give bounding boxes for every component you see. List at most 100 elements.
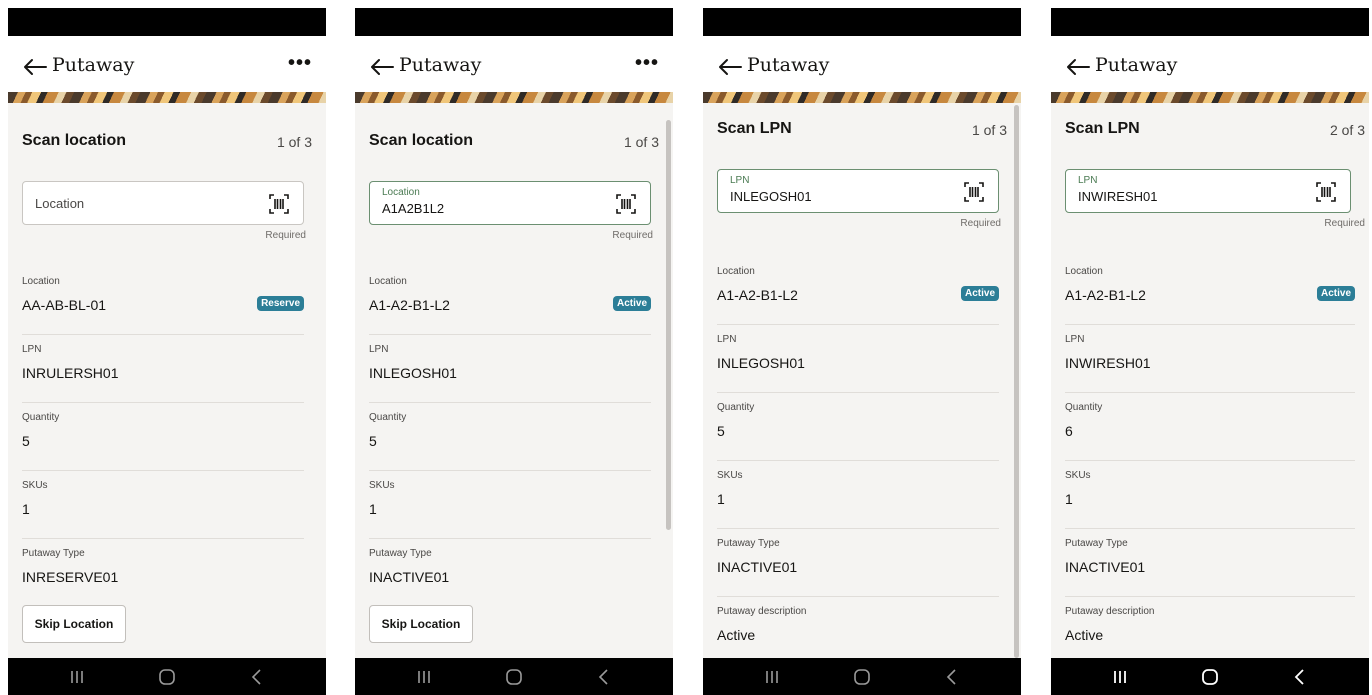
status-bar	[1051, 8, 1369, 36]
status-bar	[703, 8, 1021, 36]
detail-value: Active	[717, 627, 756, 643]
phone-screen-4: Putaway Scan LPN 2 of 3 LPN INWIRESH01 R…	[1051, 8, 1369, 695]
home-icon[interactable]	[501, 664, 527, 690]
phone-screen-2: Putaway ••• Scan location 1 of 3 Locatio…	[355, 8, 673, 695]
scrollbar[interactable]	[1014, 105, 1019, 658]
scrollbar[interactable]	[666, 120, 671, 530]
home-icon[interactable]	[154, 664, 180, 690]
header-banner	[355, 92, 673, 103]
step-count: 2 of 3	[1329, 122, 1365, 138]
detail-value: Active	[1065, 627, 1104, 643]
detail-lpn: LPN INWIRESH01	[1065, 325, 1355, 393]
detail-value: 1	[717, 491, 725, 507]
detail-label: Quantity	[369, 412, 407, 423]
app-header: Putaway •••	[355, 36, 673, 100]
nav-back-icon[interactable]	[1287, 664, 1313, 690]
barcode-scan-icon[interactable]	[269, 194, 289, 214]
action-footer: Skip Location	[8, 590, 326, 658]
barcode-scan-icon[interactable]	[616, 194, 636, 214]
back-arrow-icon[interactable]	[367, 53, 397, 81]
page-title: Putaway	[399, 54, 482, 76]
nav-back-icon[interactable]	[244, 664, 270, 690]
recent-apps-icon[interactable]	[759, 664, 785, 690]
barcode-scan-icon[interactable]	[1316, 182, 1336, 202]
detail-quantity: Quantity 5	[369, 403, 651, 471]
detail-value: 5	[22, 433, 30, 449]
recent-apps-icon[interactable]	[411, 664, 437, 690]
back-arrow-icon[interactable]	[1063, 53, 1093, 81]
phone-screen-3: Putaway Scan LPN 1 of 3 LPN INLEGOSH01 R…	[703, 8, 1021, 695]
detail-skus: SKUs 1	[369, 471, 651, 539]
detail-label: SKUs	[717, 470, 743, 481]
system-nav-bar	[703, 658, 1021, 695]
detail-label: Putaway Type	[1065, 538, 1128, 549]
detail-value: 5	[369, 433, 377, 449]
detail-value: A1-A2-B1-L2	[1065, 287, 1146, 303]
detail-value: 5	[717, 423, 725, 439]
home-icon[interactable]	[1197, 664, 1223, 690]
skip-location-button[interactable]: Skip Location	[22, 605, 126, 643]
detail-skus: SKUs 1	[1065, 461, 1355, 529]
status-bar	[355, 8, 673, 36]
nav-back-icon[interactable]	[591, 664, 617, 690]
more-icon[interactable]: •••	[635, 53, 659, 76]
detail-lpn: LPN INLEGOSH01	[717, 325, 999, 393]
detail-value: INWIRESH01	[1065, 355, 1151, 371]
detail-label: Quantity	[717, 402, 755, 413]
lpn-field-value: INLEGOSH01	[730, 189, 812, 204]
detail-label: SKUs	[369, 480, 395, 491]
nav-back-icon[interactable]	[939, 664, 965, 690]
detail-label: Putaway Type	[717, 538, 780, 549]
page-title: Putaway	[747, 54, 830, 76]
detail-lpn: LPN INRULERSH01	[22, 335, 304, 403]
app-header: Putaway	[1051, 36, 1369, 100]
barcode-scan-icon[interactable]	[964, 182, 984, 202]
step-title: Scan LPN	[1065, 120, 1140, 137]
recent-apps-icon[interactable]	[1107, 664, 1133, 690]
detail-label: Location	[22, 276, 60, 287]
recent-apps-icon[interactable]	[64, 664, 90, 690]
lpn-field-label: LPN	[730, 175, 750, 186]
detail-label: Putaway description	[1065, 606, 1155, 617]
back-arrow-icon[interactable]	[20, 53, 50, 81]
detail-value: 1	[1065, 491, 1073, 507]
detail-putaway-description: Putaway description Active	[717, 597, 999, 665]
location-input[interactable]: Location	[22, 181, 304, 225]
more-icon[interactable]: •••	[288, 53, 312, 76]
header-banner	[8, 92, 326, 103]
detail-value: INACTIVE01	[717, 559, 798, 575]
location-field-label: Location	[382, 187, 420, 198]
status-bar	[8, 8, 326, 36]
detail-label: Location	[717, 266, 755, 277]
app-header: Putaway	[703, 36, 1021, 100]
header-banner	[1051, 92, 1369, 103]
lpn-input[interactable]: LPN INWIRESH01	[1065, 169, 1351, 213]
lpn-field-value: INWIRESH01	[1078, 189, 1158, 204]
app-header: Putaway •••	[8, 36, 326, 100]
status-badge: Reserve	[257, 296, 304, 311]
detail-location: Location A1-A2-B1-L2 Active	[369, 267, 651, 335]
detail-value: INLEGOSH01	[369, 365, 457, 381]
detail-label: Quantity	[22, 412, 60, 423]
location-input[interactable]: Location A1A2B1L2	[369, 181, 651, 225]
required-hint: Required	[960, 218, 1001, 229]
required-hint: Required	[612, 230, 653, 241]
detail-label: Location	[1065, 266, 1103, 277]
back-arrow-icon[interactable]	[715, 53, 745, 81]
required-hint: Required	[1324, 218, 1365, 229]
system-nav-bar	[355, 658, 673, 695]
detail-label: Putaway Type	[22, 548, 85, 559]
status-badge: Active	[1316, 286, 1355, 301]
lpn-field-label: LPN	[1078, 175, 1098, 186]
detail-value: AA-AB-BL-01	[22, 297, 107, 313]
skip-location-button[interactable]: Skip Location	[369, 605, 473, 643]
home-icon[interactable]	[849, 664, 875, 690]
location-field-value: A1A2B1L2	[382, 201, 445, 216]
detail-skus: SKUs 1	[22, 471, 304, 539]
detail-label: Putaway Type	[369, 548, 432, 559]
detail-value: INACTIVE01	[1065, 559, 1146, 575]
detail-quantity: Quantity 5	[717, 393, 999, 461]
detail-quantity: Quantity 6	[1065, 393, 1355, 461]
lpn-input[interactable]: LPN INLEGOSH01	[717, 169, 999, 213]
detail-label: LPN	[1065, 334, 1085, 345]
